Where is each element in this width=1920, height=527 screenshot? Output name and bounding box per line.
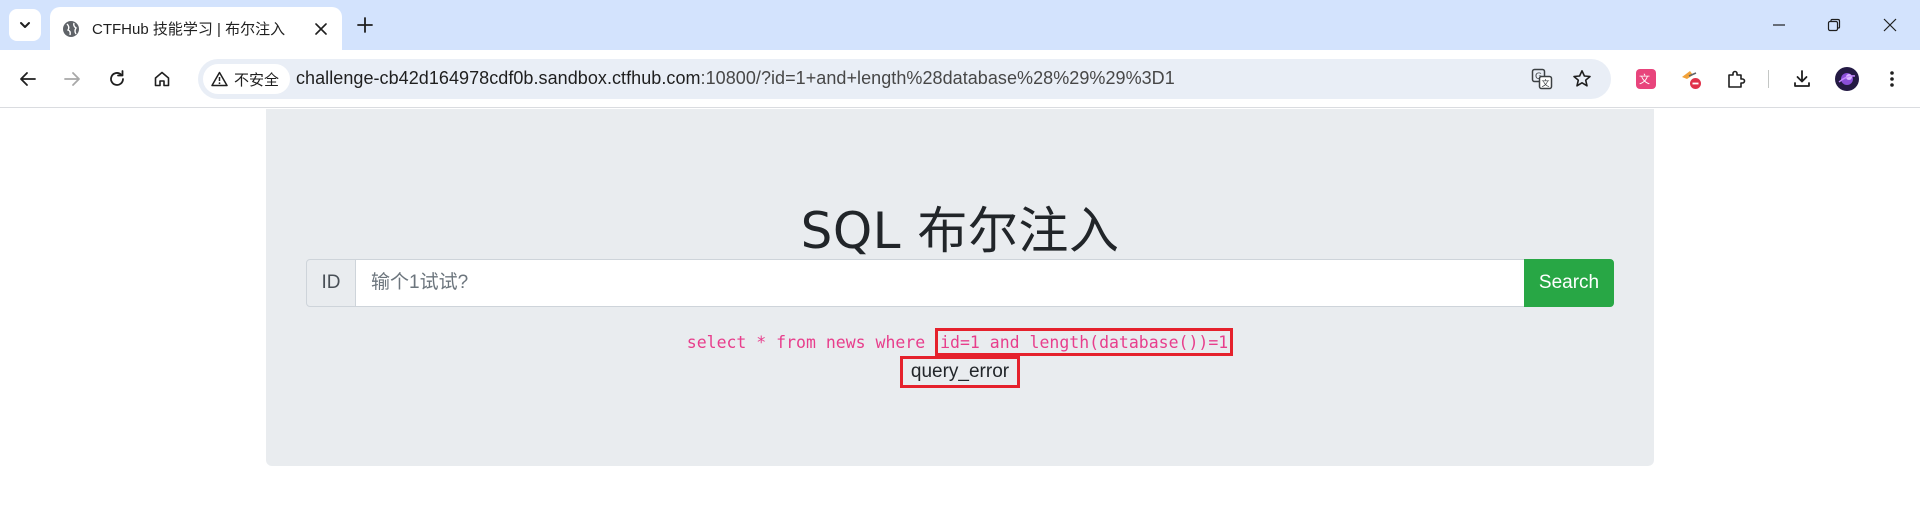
star-icon[interactable] — [1568, 65, 1596, 93]
chevron-down-icon — [20, 22, 30, 28]
sql-query-highlight: id=1 and length(database())=1 — [935, 328, 1234, 356]
forward-button[interactable] — [56, 63, 88, 95]
result-container: query_error — [266, 356, 1654, 388]
more-menu-icon[interactable] — [1876, 63, 1908, 95]
search-button[interactable]: Search — [1524, 259, 1614, 307]
restore-button[interactable] — [1806, 0, 1862, 50]
translator-extension-icon[interactable]: 文 — [1630, 63, 1662, 95]
globe-icon — [62, 20, 80, 38]
arrow-right-icon — [64, 72, 80, 86]
security-label: 不安全 — [234, 71, 280, 89]
svg-text:文: 文 — [1639, 72, 1650, 86]
active-tab[interactable]: CTFHub 技能学习 | 布尔注入 — [50, 7, 342, 50]
close-tab-icon[interactable] — [310, 18, 332, 40]
plus-icon — [357, 17, 373, 33]
tab-search-button[interactable] — [9, 9, 41, 41]
toolbar-divider — [1768, 70, 1769, 88]
minimize-button[interactable] — [1751, 0, 1807, 50]
home-icon — [154, 71, 170, 87]
back-button[interactable] — [12, 63, 44, 95]
browser-toolbar: 不安全 challenge-cb42d164978cdf0b.sandbox.c… — [0, 50, 1920, 108]
new-tab-button[interactable] — [351, 11, 379, 39]
arrow-left-icon — [20, 72, 36, 86]
query-result: query_error — [899, 356, 1021, 388]
jumbotron: SQL 布尔注入 ID Search select * from news wh… — [266, 109, 1654, 466]
reload-icon — [110, 70, 124, 86]
minimize-icon — [1773, 24, 1785, 26]
url-path: :10800/?id=1+and+length%28database%28%29… — [700, 68, 1175, 88]
search-form: ID Search — [306, 259, 1614, 307]
warning-icon — [211, 71, 228, 87]
tab-title: CTFHub 技能学习 | 布尔注入 — [92, 21, 286, 38]
restore-icon — [1827, 18, 1841, 32]
profile-avatar[interactable] — [1831, 63, 1863, 95]
page-title: SQL 布尔注入 — [800, 202, 1120, 260]
address-bar[interactable]: 不安全 challenge-cb42d164978cdf0b.sandbox.c… — [198, 59, 1611, 99]
blocker-extension-icon[interactable] — [1675, 63, 1707, 95]
sql-query-prefix: select * from news where — [686, 333, 936, 352]
svg-text:文: 文 — [1542, 78, 1550, 88]
extensions-puzzle-icon[interactable] — [1720, 63, 1752, 95]
id-label: ID — [306, 259, 356, 307]
sql-query: select * from news where id=1 and length… — [266, 328, 1654, 356]
close-icon — [1883, 18, 1897, 32]
translate-icon[interactable]: G文 — [1528, 65, 1556, 93]
close-window-button[interactable] — [1862, 0, 1918, 50]
url-host: challenge-cb42d164978cdf0b.sandbox.ctfhu… — [296, 68, 701, 88]
tab-strip: CTFHub 技能学习 | 布尔注入 — [0, 0, 1920, 50]
reload-button[interactable] — [101, 63, 133, 95]
download-icon[interactable] — [1786, 63, 1818, 95]
id-input[interactable] — [356, 259, 1524, 307]
home-button[interactable] — [146, 63, 178, 95]
security-chip[interactable]: 不安全 — [203, 64, 291, 94]
url-text[interactable]: challenge-cb42d164978cdf0b.sandbox.ctfhu… — [296, 68, 1175, 89]
